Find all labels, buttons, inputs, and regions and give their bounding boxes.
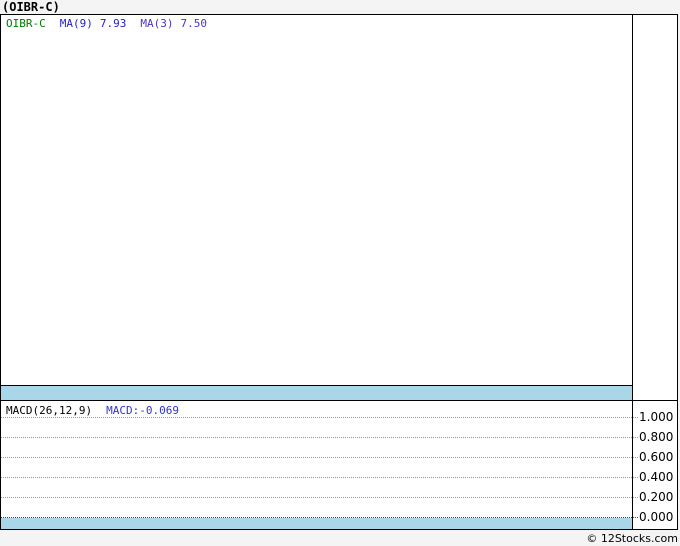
axis-tick-label: 0.600 — [639, 450, 674, 464]
chart-frame: OIBR-C MA(9) 7.93 MA(3) 7.50 MACD(26,12,9) MA… — [0, 14, 678, 530]
axis-tick-label: 0.400 — [639, 470, 674, 484]
price-panel-band — [1, 386, 632, 400]
axis-divider — [632, 15, 633, 529]
gridline-1.000 — [1, 417, 638, 418]
gridline-0.800 — [1, 437, 638, 438]
ma9-value: 7.93 — [99, 17, 127, 30]
ma3-label: MA(3) — [140, 17, 174, 30]
ma3-value: 7.50 — [180, 17, 208, 30]
axis-tick-label: 0.200 — [639, 490, 674, 504]
macd-legend: MACD(26,12,9) MACD:-0.069 — [6, 404, 179, 417]
axis-tick-label: 1.000 — [639, 410, 674, 424]
price-legend: OIBR-C MA(9) 7.93 MA(3) 7.50 — [6, 17, 207, 30]
panel-divider — [1, 400, 677, 401]
macd-panel-band — [1, 518, 632, 529]
footer-credit: © 12Stocks.com — [586, 532, 678, 545]
ma9-label: MA(9) — [59, 17, 93, 30]
gridline-0.600 — [1, 457, 638, 458]
axis-tick-label: 0.800 — [639, 430, 674, 444]
macd-value: MACD:-0.069 — [106, 404, 179, 417]
gridline-0.200 — [1, 497, 638, 498]
macd-label: MACD(26,12,9) — [6, 404, 93, 417]
axis-tick-label: 0.000 — [639, 510, 674, 524]
symbol-label: OIBR-C — [6, 17, 46, 30]
page-title: (OIBR-C) — [2, 0, 60, 14]
gridline-0.400 — [1, 477, 638, 478]
